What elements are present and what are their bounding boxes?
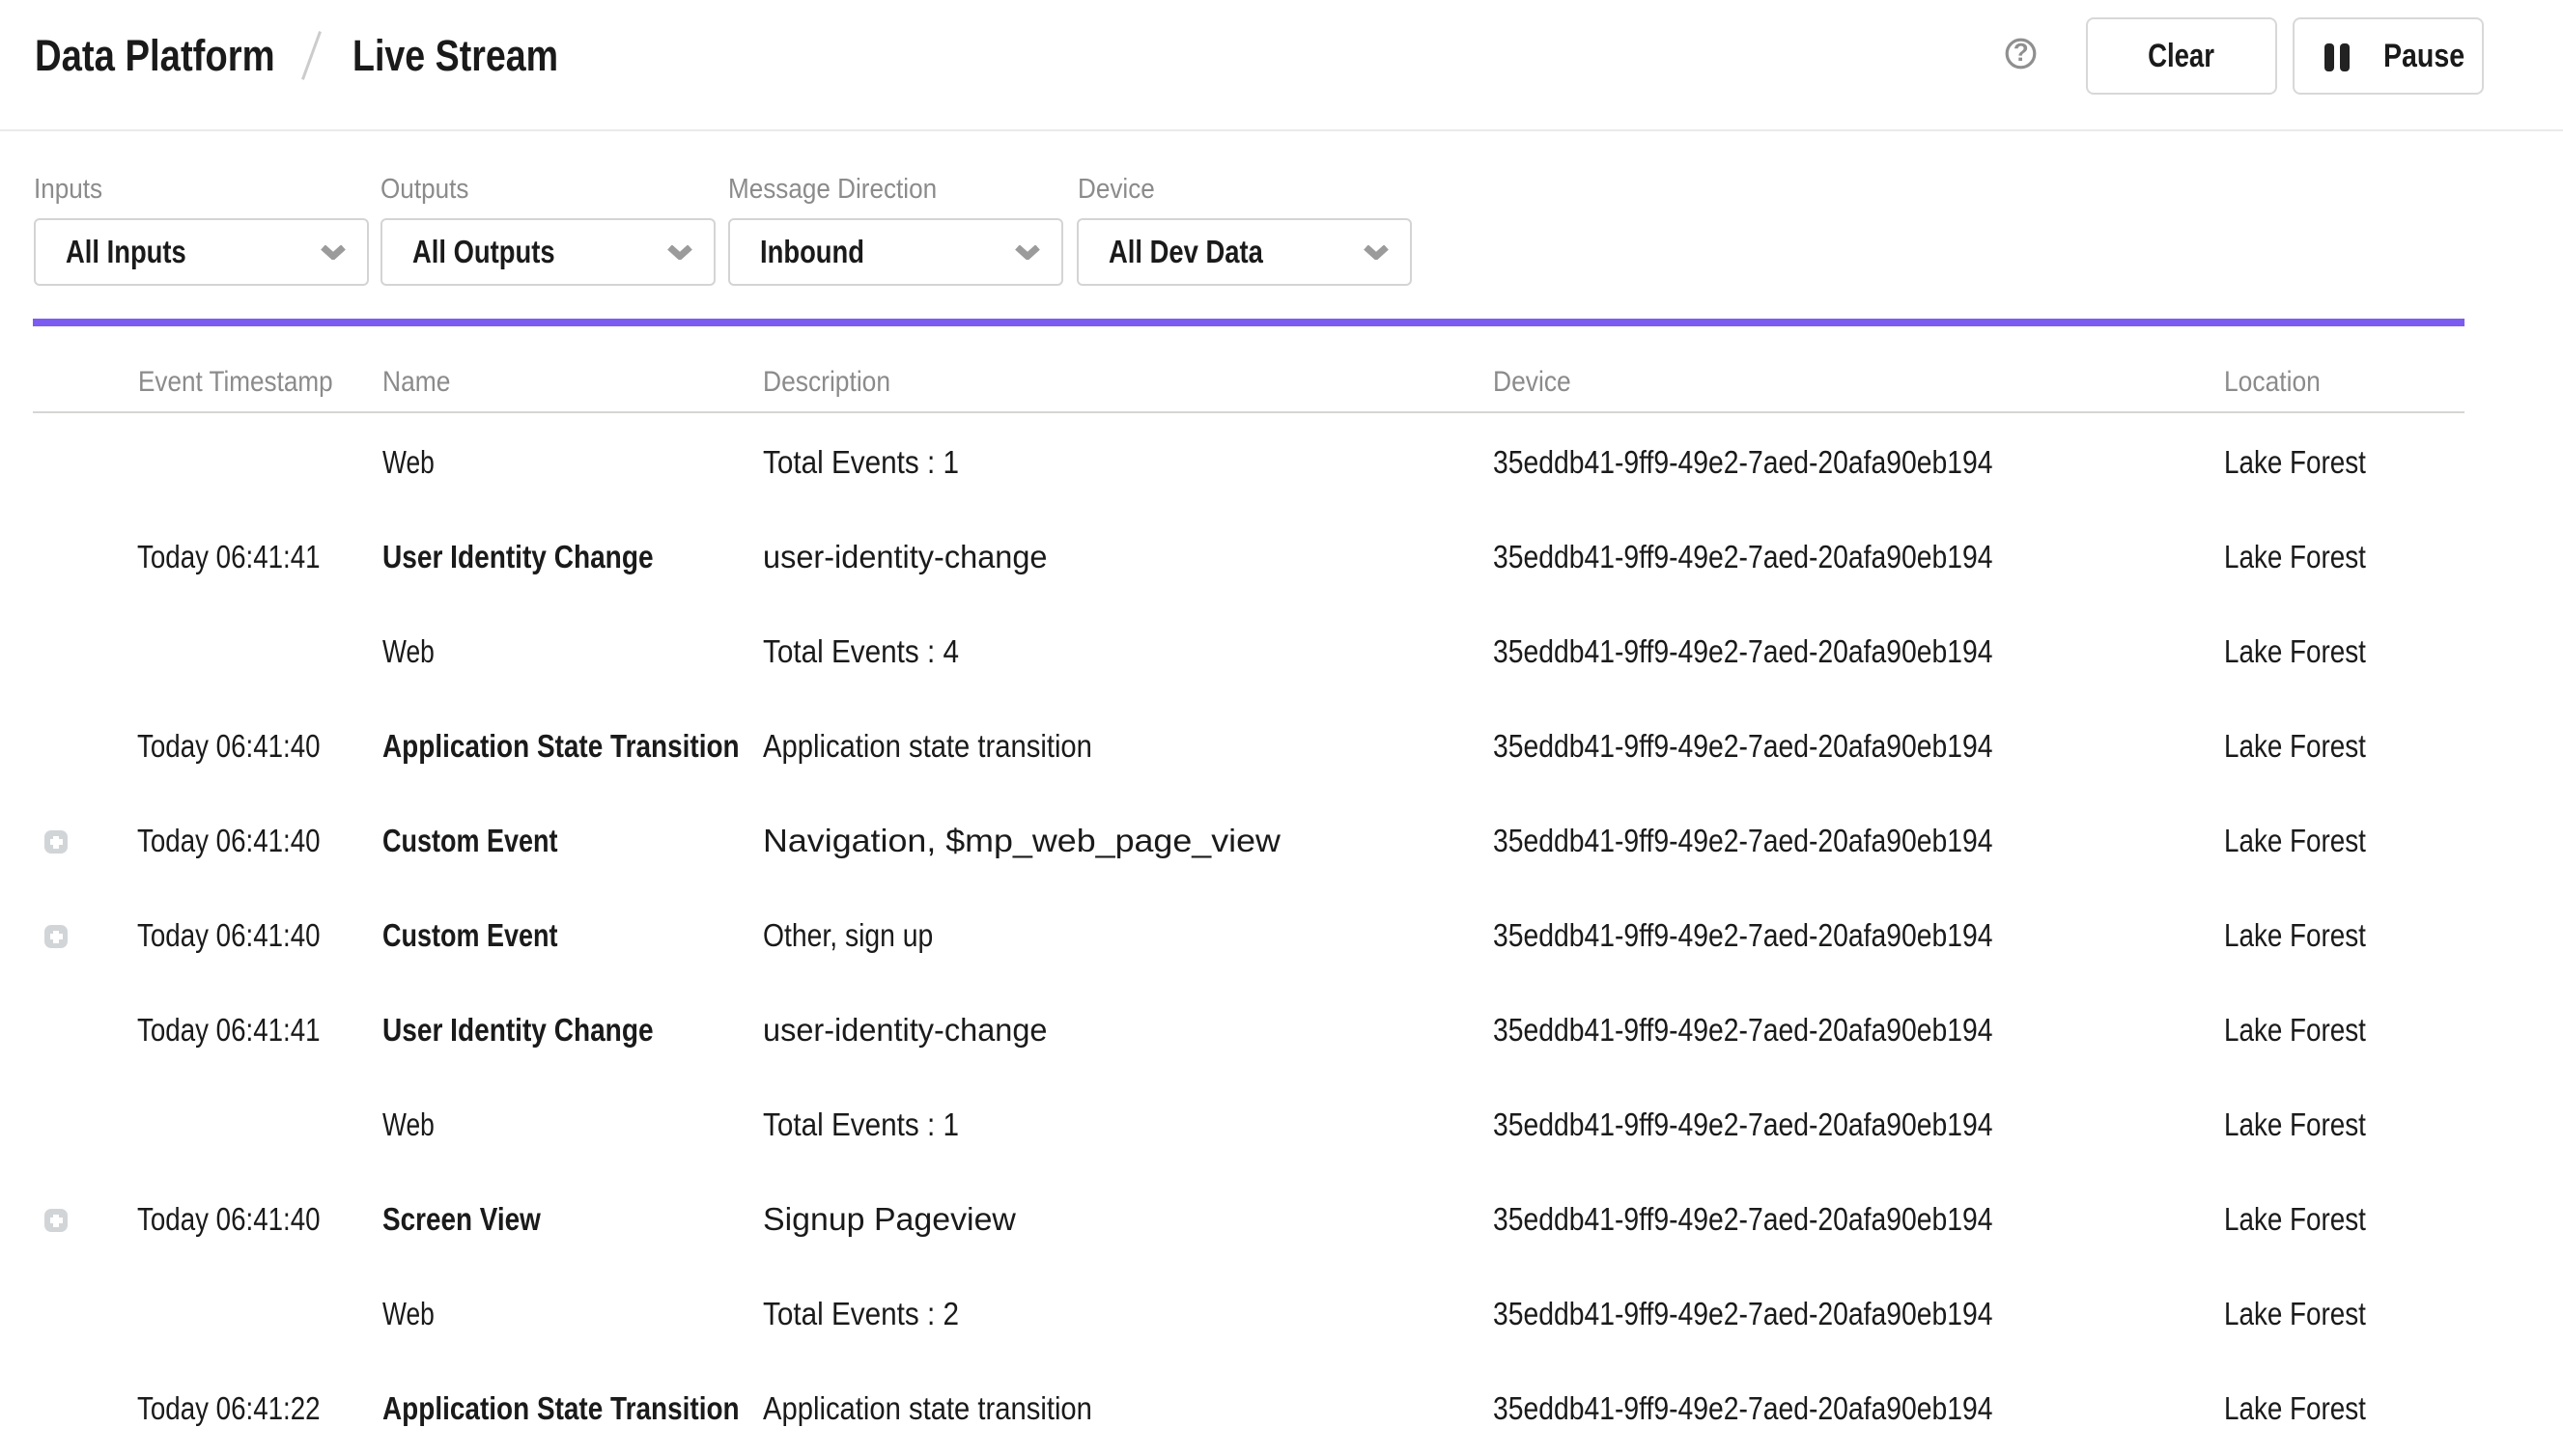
- svg-text:?: ?: [2014, 38, 2029, 67]
